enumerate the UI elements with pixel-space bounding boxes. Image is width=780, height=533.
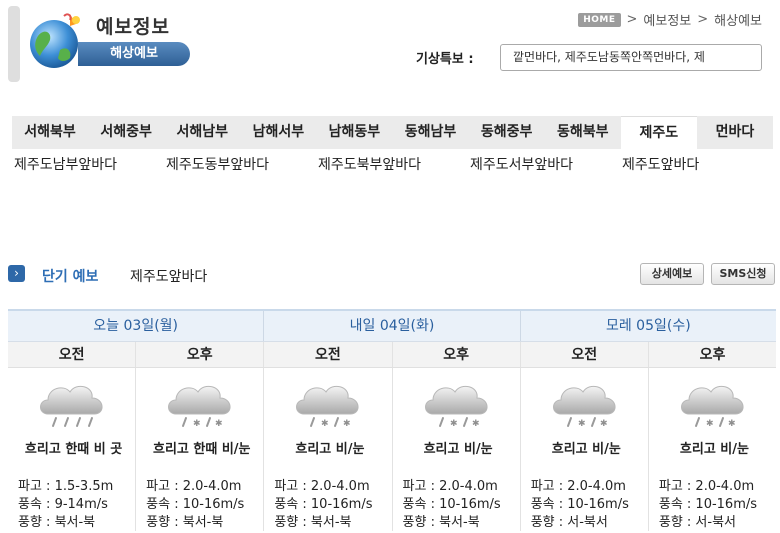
forecast-half-header: 오전: [264, 342, 393, 367]
wind-speed-value: 풍속 : 10-16m/s: [530, 497, 629, 512]
section-badge: 해상예보: [78, 42, 190, 66]
forecast-half-header: 오전: [521, 342, 649, 367]
wind-speed-value: 풍속 : 10-16m/s: [274, 497, 373, 512]
short-forecast-region: 제주도앞바다: [130, 269, 208, 285]
tab-region[interactable]: 서해중부: [88, 116, 164, 149]
svg-text:✱: ✱: [706, 419, 714, 429]
marine-stats: 파고 : 2.0-4.0m 풍속 : 10-16m/s 풍향 : 북서-북: [403, 478, 501, 531]
svg-text:✱: ✱: [215, 419, 223, 429]
sub-region-link[interactable]: 제주도동부앞바다: [166, 154, 318, 174]
marine-stats: 파고 : 1.5-3.5m 풍속 : 9-14m/s 풍향 : 북서-북: [18, 478, 113, 531]
wave-value: 파고 : 2.0-4.0m: [274, 479, 370, 494]
wind-speed-value: 풍속 : 9-14m/s: [18, 497, 108, 512]
detail-forecast-button[interactable]: 상세예보: [640, 263, 704, 285]
forecast-half-header: 오전: [8, 342, 137, 367]
wind-dir-value: 풍향 : 북서-북: [274, 515, 352, 530]
forecast-day-row: 오늘 03일(월) 내일 04일(화) 모레 05일(수): [8, 311, 776, 342]
marine-stats: 파고 : 2.0-4.0m 풍속 : 10-16m/s 풍향 : 서-북서: [531, 478, 629, 531]
marine-stats: 파고 : 2.0-4.0m 풍속 : 10-16m/s 풍향 : 북서-북: [274, 478, 372, 531]
short-forecast-title: 단기 예보: [42, 269, 99, 285]
breadcrumb-item-forecast[interactable]: 예보정보: [643, 10, 691, 29]
weather-description: 흐리고 비/눈: [679, 442, 749, 457]
forecast-cell: ✱ ✱ 흐리고 비/눈파고 : 2.0-4.0m 풍속 : 10-16m/s 풍향 : …: [521, 368, 649, 531]
forecast-cell: 흐리고 한때 비 곳파고 : 1.5-3.5m 풍속 : 9-14m/s 풍향 : …: [8, 368, 137, 531]
tab-region[interactable]: 동해중부: [469, 116, 545, 149]
tab-region[interactable]: 남해동부: [316, 116, 392, 149]
svg-text:✱: ✱: [343, 419, 351, 429]
globe-icon: [30, 13, 80, 68]
forecast-cell: ✱ ✱ 흐리고 비/눈파고 : 2.0-4.0m 풍속 : 10-16m/s 풍향 : …: [649, 368, 776, 531]
wind-dir-value: 풍향 : 서-북서: [530, 515, 608, 530]
svg-text:✱: ✱: [472, 419, 480, 429]
left-accent-bar: [8, 6, 20, 82]
tab-region[interactable]: 남해서부: [240, 116, 316, 149]
breadcrumb-item-marine[interactable]: 해상예보: [714, 10, 762, 29]
forecast-day-header: 내일 04일(화): [264, 311, 521, 341]
wind-speed-value: 풍속 : 10-16m/s: [658, 497, 758, 512]
wave-value: 파고 : 1.5-3.5m: [18, 479, 114, 494]
tab-region[interactable]: 동해북부: [545, 116, 621, 149]
svg-text:✱: ✱: [450, 419, 458, 429]
sub-region-link[interactable]: 제주도서부앞바다: [470, 154, 622, 174]
wind-speed-value: 풍속 : 10-16m/s: [402, 497, 501, 512]
tab-region[interactable]: 먼바다: [697, 116, 773, 149]
sub-region-link[interactable]: 제주도앞바다: [622, 154, 774, 174]
svg-text:✱: ✱: [193, 419, 201, 429]
svg-text:✱: ✱: [321, 419, 329, 429]
sub-region-list: 제주도남부앞바다 제주도동부앞바다 제주도북부앞바다 제주도서부앞바다 제주도앞…: [14, 154, 774, 174]
marine-stats: 파고 : 2.0-4.0m 풍속 : 10-16m/s 풍향 : 서-북서: [659, 478, 757, 531]
wind-dir-value: 풍향 : 북서-북: [402, 515, 480, 530]
forecast-half-row: 오전 오후 오전 오후 오전 오후: [8, 342, 776, 368]
weather-warning-label: 기상특보 :: [416, 52, 474, 67]
tab-region[interactable]: 동해남부: [392, 116, 468, 149]
wind-dir-value: 풍향 : 서-북서: [658, 515, 736, 530]
page-title: 예보정보: [96, 16, 170, 38]
svg-text:✱: ✱: [578, 419, 586, 429]
chevron-right-icon: ›: [8, 265, 25, 282]
sub-region-link[interactable]: 제주도남부앞바다: [14, 154, 166, 174]
sub-region-link[interactable]: 제주도북부앞바다: [318, 154, 470, 174]
tab-region-active[interactable]: 제주도: [620, 116, 697, 149]
forecast-cell: ✱ ✱ 흐리고 비/눈파고 : 2.0-4.0m 풍속 : 10-16m/s 풍향 : …: [393, 368, 521, 531]
weather-description: 흐리고 비/눈: [551, 442, 621, 457]
sms-signup-button[interactable]: SMS신청: [711, 263, 775, 285]
wave-value: 파고 : 2.0-4.0m: [530, 479, 626, 494]
wind-speed-value: 풍속 : 10-16m/s: [146, 497, 245, 512]
svg-text:✱: ✱: [728, 419, 736, 429]
svg-text:✱: ✱: [600, 419, 608, 429]
wind-dir-value: 풍향 : 북서-북: [146, 515, 224, 530]
forecast-day-header: 오늘 03일(월): [8, 311, 265, 341]
forecast-half-header: 오후: [393, 342, 521, 367]
weather-description: 흐리고 비/눈: [423, 442, 493, 457]
breadcrumb: HOME > 예보정보 > 해상예보: [578, 10, 762, 29]
breadcrumb-separator: >: [697, 12, 709, 27]
weather-description: 흐리고 한때 비 곳: [24, 442, 123, 457]
wave-value: 파고 : 2.0-4.0m: [402, 479, 498, 494]
weather-description: 흐리고 비/눈: [295, 442, 365, 457]
forecast-half-header: 오후: [136, 342, 265, 367]
weather-warning-ticker[interactable]: 깥먼바다, 제주도남동쪽안쪽먼바다, 제: [500, 44, 762, 71]
marine-stats: 파고 : 2.0-4.0m 풍속 : 10-16m/s 풍향 : 북서-북: [146, 478, 244, 531]
breadcrumb-separator: >: [626, 12, 638, 27]
wave-value: 파고 : 2.0-4.0m: [658, 479, 755, 494]
forecast-day-header: 모레 05일(수): [605, 318, 691, 334]
forecast-table: 오늘 03일(월) 내일 04일(화) 모레 05일(수) 오전 오후 오전 오…: [8, 309, 776, 533]
forecast-cell: ✱ ✱ 흐리고 비/눈파고 : 2.0-4.0m 풍속 : 10-16m/s 풍향 : …: [264, 368, 393, 531]
weather-description: 흐리고 한때 비/눈: [152, 442, 251, 457]
forecast-cell: ✱ ✱ 흐리고 한때 비/눈파고 : 2.0-4.0m 풍속 : 10-16m/s 풍향…: [136, 368, 265, 531]
tab-region[interactable]: 서해남부: [164, 116, 240, 149]
breadcrumb-home[interactable]: HOME: [578, 12, 621, 27]
tab-region[interactable]: 서해북부: [12, 116, 88, 149]
forecast-cells: 흐리고 한때 비 곳파고 : 1.5-3.5m 풍속 : 9-14m/s 풍향 : …: [8, 368, 776, 531]
wave-value: 파고 : 2.0-4.0m: [146, 479, 242, 494]
region-tabs: 서해북부 서해중부 서해남부 남해서부 남해동부 동해남부 동해중부 동해북부 …: [12, 116, 773, 149]
forecast-half-header: 오후: [699, 347, 726, 363]
wind-dir-value: 풍향 : 북서-북: [18, 515, 96, 530]
